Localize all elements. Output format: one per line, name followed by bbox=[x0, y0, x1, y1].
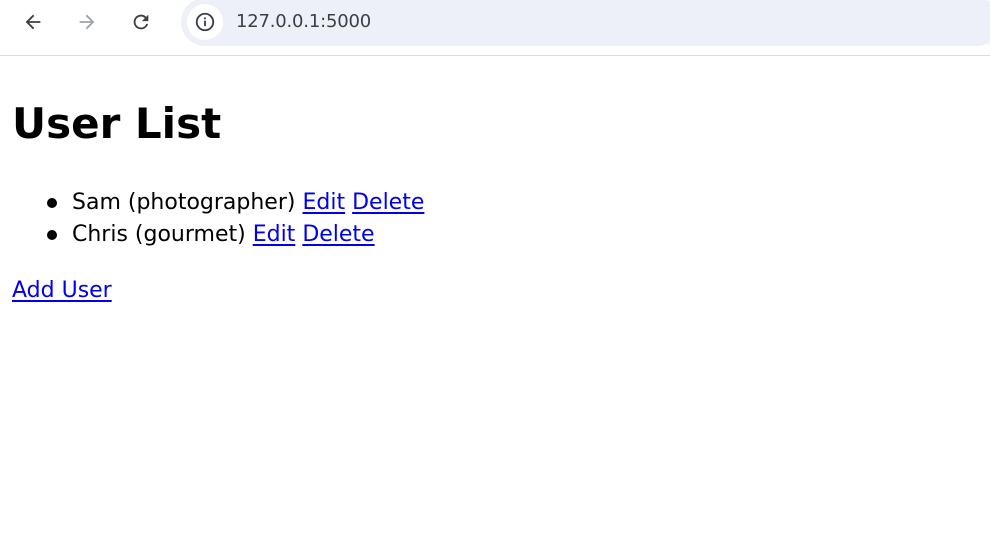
arrow-left-icon bbox=[25, 14, 41, 30]
address-bar[interactable]: 127.0.0.1:5000 bbox=[181, 0, 990, 46]
bullet bbox=[47, 198, 57, 208]
user-label: Sam (photographer) bbox=[72, 190, 296, 215]
delete-link[interactable]: Delete bbox=[302, 222, 374, 247]
browser-toolbar: 127.0.0.1:5000 bbox=[0, 0, 990, 56]
info-circle-icon bbox=[195, 12, 215, 32]
reload-button[interactable] bbox=[123, 4, 159, 40]
site-info-button[interactable] bbox=[187, 4, 223, 40]
user-list: Sam (photographer) Edit Delete Chris (go… bbox=[12, 187, 424, 251]
delete-link[interactable]: Delete bbox=[352, 190, 424, 215]
reload-icon bbox=[133, 14, 149, 30]
forward-button[interactable] bbox=[69, 4, 105, 40]
user-label: Chris (gourmet) bbox=[72, 222, 246, 247]
arrow-right-icon bbox=[79, 14, 95, 30]
edit-link[interactable]: Edit bbox=[302, 190, 345, 215]
list-item: Chris (gourmet) Edit Delete bbox=[47, 219, 424, 251]
bullet bbox=[47, 230, 57, 240]
url-text[interactable]: 127.0.0.1:5000 bbox=[236, 10, 371, 34]
edit-link[interactable]: Edit bbox=[253, 222, 296, 247]
page-title: User List bbox=[12, 99, 222, 148]
list-item: Sam (photographer) Edit Delete bbox=[47, 187, 424, 219]
back-button[interactable] bbox=[15, 4, 51, 40]
add-user-link[interactable]: Add User bbox=[12, 275, 112, 307]
